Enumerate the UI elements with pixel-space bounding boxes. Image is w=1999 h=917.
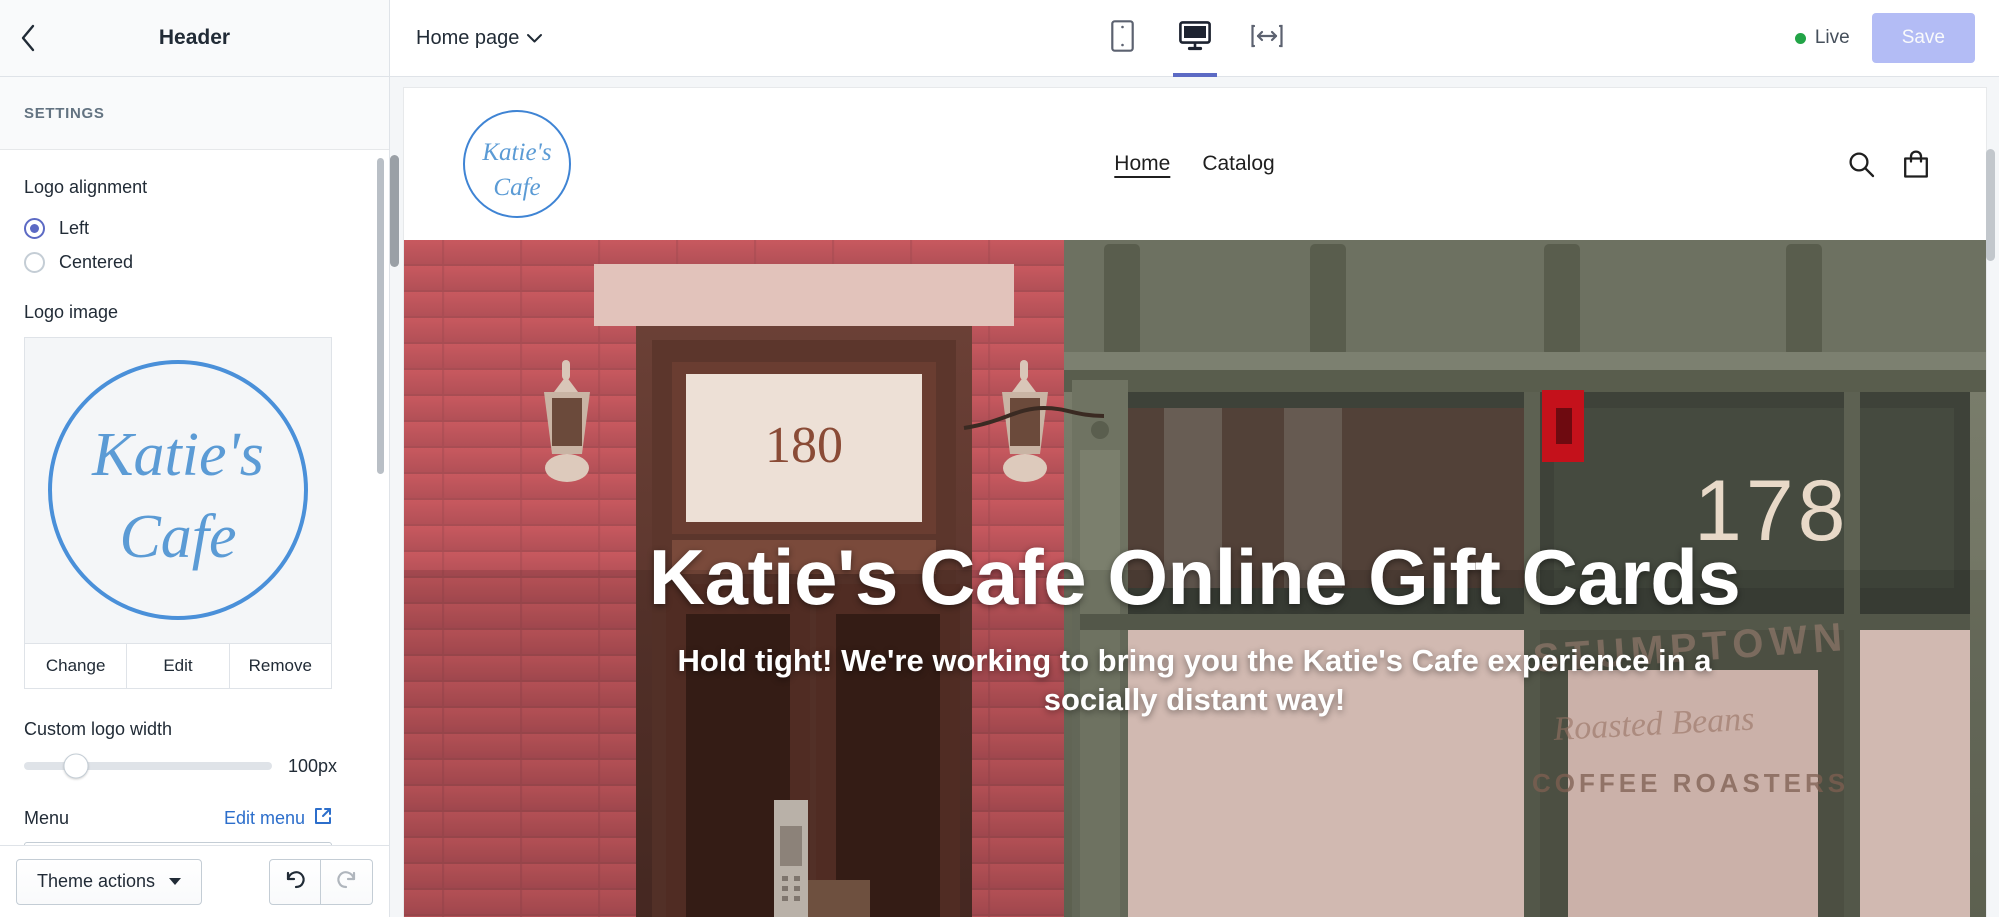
chevron-left-icon bbox=[18, 23, 38, 53]
sidebar-scroll-area: Logo alignment Left Centered Logo image … bbox=[0, 150, 389, 845]
page-selector-label: Home page bbox=[416, 26, 520, 49]
preview-viewport: Katie's Cafe Home Catalog 178 STUMPTOWN … bbox=[390, 77, 1999, 917]
storefront-nav: Home Catalog bbox=[1114, 152, 1274, 176]
device-toggle-desktop[interactable] bbox=[1169, 0, 1221, 77]
storefront-logo[interactable]: Katie's Cafe bbox=[460, 107, 574, 221]
radio-option-centered[interactable]: Centered bbox=[24, 245, 359, 279]
device-toggle-full-width[interactable] bbox=[1241, 0, 1293, 77]
logo-image-label: Logo image bbox=[24, 302, 119, 323]
sidebar-scrollbar[interactable] bbox=[377, 158, 384, 474]
nav-link-home[interactable]: Home bbox=[1114, 152, 1170, 176]
menu-label: Menu bbox=[24, 807, 70, 828]
theme-actions-button[interactable]: Theme actions bbox=[16, 858, 203, 905]
svg-text:Katie's: Katie's bbox=[481, 139, 551, 166]
svg-text:180: 180 bbox=[765, 417, 843, 474]
redo-button[interactable] bbox=[321, 858, 373, 905]
save-button[interactable]: Save bbox=[1871, 13, 1975, 63]
svg-text:Katie's: Katie's bbox=[91, 421, 264, 489]
settings-section-header: SETTINGS bbox=[0, 77, 389, 150]
desktop-icon bbox=[1178, 20, 1211, 56]
redo-icon bbox=[334, 866, 360, 897]
radio-centered-label: Centered bbox=[59, 251, 134, 272]
undo-button[interactable] bbox=[269, 858, 321, 905]
status-dot-icon bbox=[1794, 32, 1806, 44]
full-width-icon bbox=[1250, 24, 1283, 53]
theme-editor-app: Header SETTINGS Logo alignment Left Cent… bbox=[0, 0, 1999, 917]
editor-topbar: Home page Live Save bbox=[390, 0, 1999, 77]
store-preview-frame: Katie's Cafe Home Catalog 178 STUMPTOWN … bbox=[403, 88, 1986, 917]
menu-row: Menu Edit menu bbox=[24, 807, 332, 830]
hero-subheading: Hold tight! We're working to bring you t… bbox=[677, 643, 1712, 717]
settings-sidebar: Header SETTINGS Logo alignment Left Cent… bbox=[0, 0, 390, 917]
svg-text:Cafe: Cafe bbox=[493, 174, 540, 201]
logo-edit-button[interactable]: Edit bbox=[127, 643, 230, 689]
search-icon[interactable] bbox=[1846, 149, 1876, 179]
logo-thumbnail: Katie's Cafe bbox=[48, 360, 308, 621]
external-link-icon bbox=[314, 807, 332, 830]
preview-scrollbar[interactable] bbox=[1986, 149, 1995, 261]
logo-alignment-label: Logo alignment bbox=[24, 177, 148, 197]
menu-select[interactable] bbox=[24, 841, 332, 845]
sidebar-title: Header bbox=[158, 26, 231, 49]
logo-image-actions: Change Edit Remove bbox=[24, 643, 332, 689]
logo-remove-button[interactable]: Remove bbox=[229, 643, 332, 689]
storefront-header-icons bbox=[1846, 149, 1930, 179]
device-preview-toggles bbox=[1097, 0, 1293, 77]
custom-logo-width-value: 100px bbox=[288, 755, 338, 776]
back-button[interactable] bbox=[4, 14, 52, 62]
chevron-down-icon bbox=[526, 27, 543, 50]
chevron-down-icon bbox=[169, 878, 182, 885]
page-selector[interactable]: Home page bbox=[416, 27, 543, 50]
status-badge: Live bbox=[1794, 27, 1850, 49]
topbar-right-group: Live Save bbox=[1794, 13, 1999, 63]
undo-redo-group bbox=[269, 858, 373, 905]
editor-main: Home page Live Save Katie's Cafe Home Ca… bbox=[390, 0, 1999, 917]
nav-link-catalog[interactable]: Catalog bbox=[1202, 152, 1274, 176]
settings-section-label: SETTINGS bbox=[24, 104, 105, 122]
device-toggle-mobile[interactable] bbox=[1097, 0, 1149, 77]
custom-logo-width-row: 100px bbox=[24, 753, 359, 779]
hero-heading: Katie's Cafe Online Gift Cards bbox=[648, 533, 1741, 621]
storefront-logo-mark: Katie's Cafe bbox=[462, 110, 571, 218]
logo-image-block: Logo image Katie's Cafe Change Edit Remo… bbox=[24, 301, 359, 689]
svg-text:Cafe: Cafe bbox=[119, 503, 236, 571]
undo-icon bbox=[282, 866, 308, 897]
edit-menu-label: Edit menu bbox=[223, 807, 305, 828]
radio-left-indicator[interactable] bbox=[24, 217, 45, 239]
hero-text-block: Katie's Cafe Online Gift Cards Hold tigh… bbox=[404, 538, 1986, 720]
custom-logo-width-label: Custom logo width bbox=[24, 718, 173, 739]
shopping-bag-icon[interactable] bbox=[1902, 149, 1930, 179]
radio-option-left[interactable]: Left bbox=[24, 211, 359, 245]
slider-handle[interactable] bbox=[63, 753, 89, 779]
edit-menu-link[interactable]: Edit menu bbox=[224, 807, 332, 830]
storefront-header: Katie's Cafe Home Catalog bbox=[403, 88, 1986, 240]
sidebar-footer: Theme actions bbox=[0, 845, 389, 917]
theme-actions-label: Theme actions bbox=[37, 871, 156, 891]
mobile-icon bbox=[1111, 19, 1134, 57]
logo-change-button[interactable]: Change bbox=[24, 643, 128, 689]
preview-left-scrollbar[interactable] bbox=[390, 155, 399, 267]
sidebar-titlebar: Header bbox=[0, 0, 389, 77]
hero-section: 178 STUMPTOWN Roasted Beans COFFEE ROAST… bbox=[403, 240, 1986, 917]
radio-left-label: Left bbox=[59, 217, 90, 238]
logo-image-preview[interactable]: Katie's Cafe bbox=[24, 336, 332, 644]
custom-logo-width-slider[interactable] bbox=[24, 753, 272, 779]
status-label: Live bbox=[1814, 27, 1850, 48]
radio-centered-indicator[interactable] bbox=[24, 251, 45, 273]
